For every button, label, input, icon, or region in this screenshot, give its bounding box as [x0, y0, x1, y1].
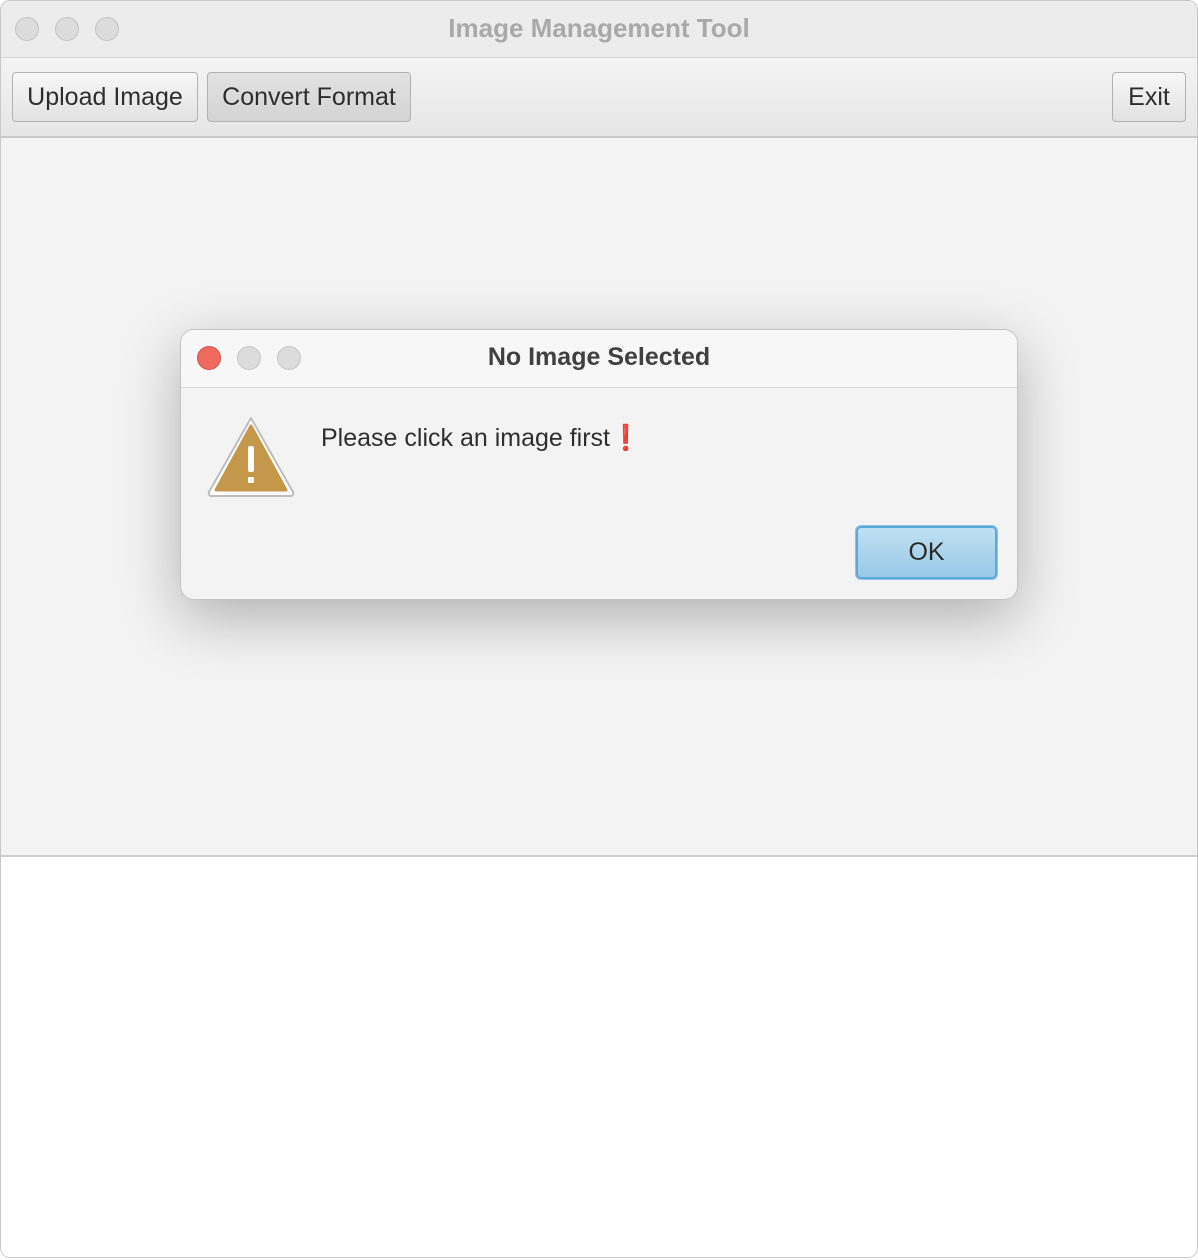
main-window: Image Management Tool Upload Image Conve…	[0, 0, 1198, 1258]
upload-image-button[interactable]: Upload Image	[12, 72, 198, 122]
dialog-title: No Image Selected	[487, 343, 711, 371]
exit-button[interactable]: Exit	[1112, 72, 1186, 122]
dialog-message: Please click an image first❗	[321, 424, 641, 453]
dialog-titlebar: No Image Selected	[181, 330, 1017, 388]
convert-format-button[interactable]: Convert Format	[207, 72, 411, 122]
ok-button[interactable]: OK	[856, 526, 997, 579]
window-titlebar: Image Management Tool	[1, 1, 1197, 58]
image-list-area[interactable]	[1, 857, 1197, 1257]
warning-icon	[207, 417, 295, 497]
toolbar: Upload Image Convert Format Exit	[1, 58, 1197, 138]
dialog-message-text: Please click an image first	[321, 424, 611, 452]
exclamation-icon: ❗	[610, 424, 642, 452]
alert-dialog: No Image Selected Please click an image …	[180, 329, 1018, 600]
window-title: Image Management Tool	[448, 13, 750, 43]
